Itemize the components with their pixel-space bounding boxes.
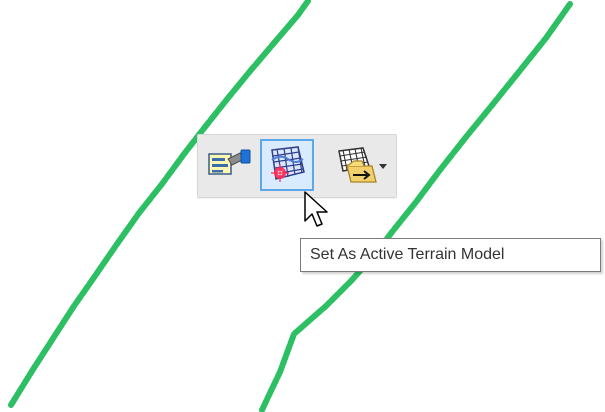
pointer-cursor-icon: [304, 191, 328, 227]
drawing-canvas[interactable]: Set As Active Terrain Model: [0, 0, 605, 412]
terrain-apply-icon: [338, 147, 377, 183]
terrain-edge-line: [8, 0, 311, 408]
terrain-context-toolbar: [197, 134, 397, 198]
properties-button[interactable]: [202, 139, 256, 191]
set-active-terrain-button[interactable]: [260, 139, 314, 191]
chevron-down-icon[interactable]: [379, 164, 387, 169]
tooltip: Set As Active Terrain Model: [300, 238, 601, 272]
properties-icon: [208, 149, 251, 175]
tooltip-text: Set As Active Terrain Model: [310, 246, 505, 263]
terrain-active-icon: [271, 146, 305, 182]
apply-terrain-button[interactable]: [320, 139, 394, 191]
